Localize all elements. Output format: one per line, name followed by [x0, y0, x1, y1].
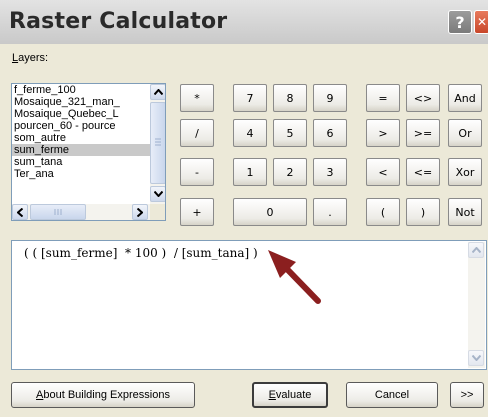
about-building-expressions-button[interactable]: About Building Expressions — [11, 382, 195, 408]
more-options-button[interactable]: >> — [450, 382, 484, 408]
annotation-arrow-icon — [268, 250, 321, 304]
cancel-button[interactable]: Cancel — [346, 382, 438, 408]
evaluate-button[interactable]: Evaluate — [252, 382, 328, 408]
raster-calculator-dialog: Raster Calculator ? ✕ Layers: f_ferme_10… — [0, 0, 488, 417]
